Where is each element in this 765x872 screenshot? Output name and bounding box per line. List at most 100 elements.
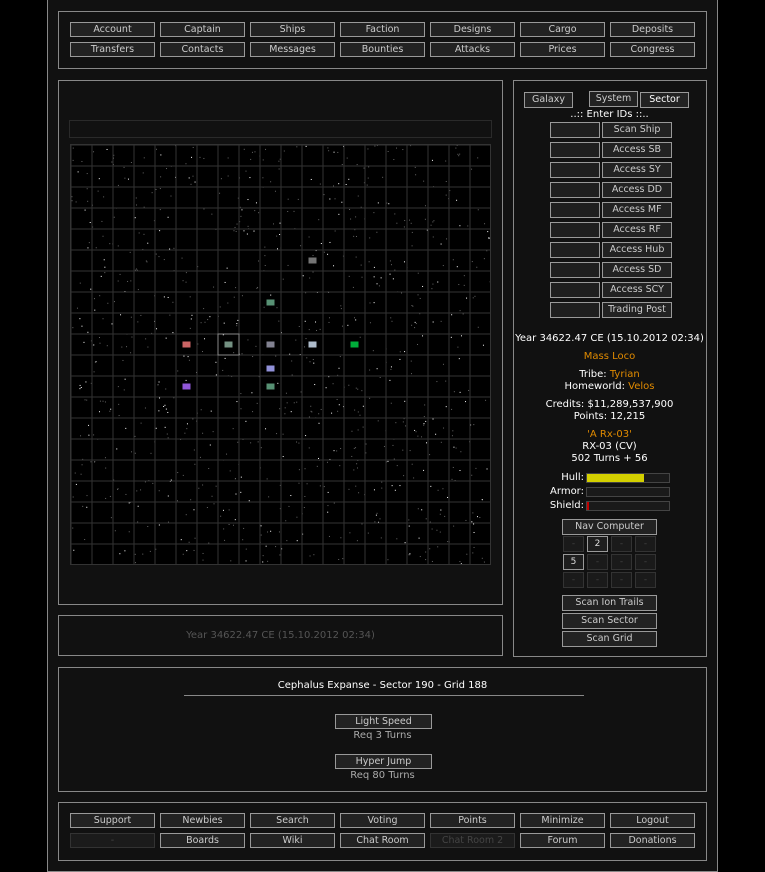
sector-map[interactable] [70, 144, 491, 565]
nav-messages-button[interactable]: Messages [250, 42, 335, 57]
planet-green-icon[interactable] [266, 299, 275, 306]
access-scy-button[interactable]: Access SCY [602, 282, 672, 298]
nav-cell[interactable]: - [563, 536, 584, 552]
star [278, 531, 280, 533]
own-ship-icon[interactable] [224, 341, 233, 348]
star [93, 344, 95, 346]
nav-newbies-button[interactable]: Newbies [160, 813, 245, 828]
scan-ship-id-input[interactable] [550, 122, 600, 138]
star [451, 435, 453, 437]
nav-transfers-button[interactable]: Transfers [70, 42, 155, 57]
nav-cell[interactable]: - [587, 572, 608, 588]
star [185, 379, 187, 381]
nav-cargo-button[interactable]: Cargo [520, 22, 605, 37]
tab-system[interactable]: System [589, 91, 638, 107]
nav-search-button[interactable]: Search [250, 813, 335, 828]
nav-attacks-button[interactable]: Attacks [430, 42, 515, 57]
ship-green-icon[interactable] [350, 341, 359, 348]
nav-cell[interactable]: - [635, 554, 656, 570]
access-sy-id-input[interactable] [550, 162, 600, 178]
nav-ships-button[interactable]: Ships [250, 22, 335, 37]
nav-cell[interactable]: - [635, 572, 656, 588]
nav-cell[interactable]: - [611, 572, 632, 588]
nav-support-button[interactable]: Support [70, 813, 155, 828]
planet-green-2-icon[interactable] [266, 383, 275, 390]
star [328, 150, 330, 152]
star [308, 416, 310, 418]
nav-voting-button[interactable]: Voting [340, 813, 425, 828]
nav-chat-room-button[interactable]: Chat Room [340, 833, 425, 848]
access-scy-id-input[interactable] [550, 282, 600, 298]
star [387, 151, 389, 153]
trading-post-button[interactable]: Trading Post [602, 302, 672, 318]
nav-cell[interactable]: - [611, 554, 632, 570]
asteroid-icon[interactable] [266, 341, 275, 348]
scan-ship-button[interactable]: Scan Ship [602, 122, 672, 138]
access-sy-button[interactable]: Access SY [602, 162, 672, 178]
nav-boards-button[interactable]: Boards [160, 833, 245, 848]
access-sd-button[interactable]: Access SD [602, 262, 672, 278]
access-rf-button[interactable]: Access RF [602, 222, 672, 238]
nav-cell[interactable]: 2 [587, 536, 608, 552]
ship-small-icon[interactable] [266, 365, 275, 372]
star [71, 196, 73, 198]
nav-cell[interactable]: 5 [563, 554, 584, 570]
nav-points-button[interactable]: Points [430, 813, 515, 828]
access-sb-button[interactable]: Access SB [602, 142, 672, 158]
scan-grid-button[interactable]: Scan Grid [562, 631, 657, 647]
nav-cell[interactable]: - [635, 536, 656, 552]
star [487, 231, 489, 233]
nav-deposits-button[interactable]: Deposits [610, 22, 695, 37]
nav-computer-button[interactable]: Nav Computer [562, 519, 657, 535]
access-mf-button[interactable]: Access MF [602, 202, 672, 218]
star [137, 289, 139, 291]
star [160, 176, 162, 178]
star [403, 226, 405, 228]
nav-wiki-button[interactable]: Wiki [250, 833, 335, 848]
nav-designs-button[interactable]: Designs [430, 22, 515, 37]
ship-red-icon[interactable] [182, 341, 191, 348]
access-sb-id-input[interactable] [550, 142, 600, 158]
ship-purple-icon[interactable] [182, 383, 191, 390]
nav-donations-button[interactable]: Donations [610, 833, 695, 848]
hyper-jump-button[interactable]: Hyper Jump [335, 754, 432, 769]
access-hub-button[interactable]: Access Hub [602, 242, 672, 258]
nav-cell[interactable]: - [587, 554, 608, 570]
station-white-icon[interactable] [308, 341, 317, 348]
tab-galaxy[interactable]: Galaxy [524, 92, 573, 108]
nav-congress-button[interactable]: Congress [610, 42, 695, 57]
access-dd-button[interactable]: Access DD [602, 182, 672, 198]
starbase-icon[interactable] [308, 257, 317, 264]
light-speed-button[interactable]: Light Speed [335, 714, 432, 729]
star [156, 148, 158, 150]
nav-prices-button[interactable]: Prices [520, 42, 605, 57]
star [95, 247, 97, 249]
access-rf-id-input[interactable] [550, 222, 600, 238]
nav-contacts-button[interactable]: Contacts [160, 42, 245, 57]
star [119, 273, 121, 275]
nav-forum-button[interactable]: Forum [520, 833, 605, 848]
star [318, 422, 320, 424]
nav-faction-button[interactable]: Faction [340, 22, 425, 37]
star [227, 175, 229, 177]
nav-cell[interactable]: - [563, 572, 584, 588]
star [124, 378, 126, 380]
access-mf-id-input[interactable] [550, 202, 600, 218]
tab-sector[interactable]: Sector [640, 92, 689, 108]
nav-captain-button[interactable]: Captain [160, 22, 245, 37]
scan-ion-trails-button[interactable]: Scan Ion Trails [562, 595, 657, 611]
access-sd-id-input[interactable] [550, 262, 600, 278]
access-dd-id-input[interactable] [550, 182, 600, 198]
scan-sector-button[interactable]: Scan Sector [562, 613, 657, 629]
star [86, 495, 88, 497]
access-hub-id-input[interactable] [550, 242, 600, 258]
star [262, 177, 264, 179]
nav-minimize-button[interactable]: Minimize [520, 813, 605, 828]
star [439, 531, 441, 533]
trading-post-id-input[interactable] [550, 302, 600, 318]
star [302, 275, 304, 277]
nav-cell[interactable]: - [611, 536, 632, 552]
nav-logout-button[interactable]: Logout [610, 813, 695, 828]
nav-account-button[interactable]: Account [70, 22, 155, 37]
nav-bounties-button[interactable]: Bounties [340, 42, 425, 57]
